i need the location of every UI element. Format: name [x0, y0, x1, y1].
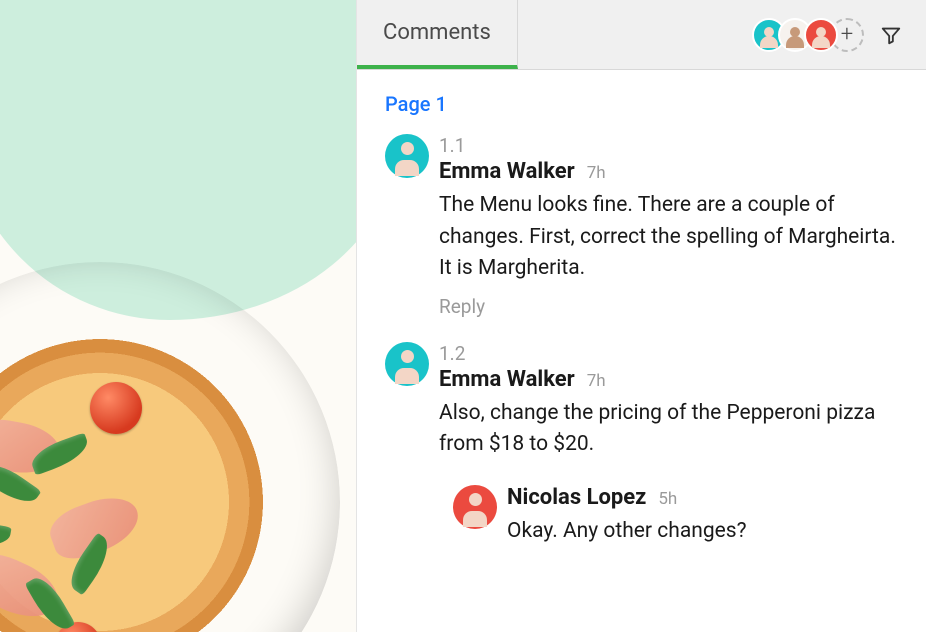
filter-icon[interactable] — [874, 18, 908, 52]
comment-item[interactable]: 1.1 Emma Walker 7h The Menu looks fine. … — [385, 134, 898, 318]
document-preview — [0, 0, 356, 632]
tab-comments-label: Comments — [383, 20, 491, 45]
comments-tabbar: Comments + — [357, 0, 926, 70]
comment-reply-item[interactable]: Nicolas Lopez 5h Okay. Any other changes… — [453, 485, 898, 548]
comment-author: Emma Walker — [439, 159, 575, 184]
page-section-link[interactable]: Page 1 — [385, 92, 898, 116]
tabbar-actions: + — [752, 0, 926, 69]
collaborator-avatars[interactable]: + — [752, 18, 864, 52]
comment-author: Nicolas Lopez — [507, 485, 646, 510]
comments-thread: Page 1 1.1 Emma Walker 7h The Menu looks… — [357, 70, 926, 632]
comment-body: Also, change the pricing of the Pepperon… — [439, 398, 898, 461]
comment-body: The Menu looks fine. There are a couple … — [439, 190, 898, 285]
comment-timestamp: 7h — [587, 163, 606, 183]
comment-timestamp: 5h — [658, 489, 677, 509]
comment-author: Emma Walker — [439, 367, 575, 392]
comment-avatar — [385, 342, 429, 386]
reply-button[interactable]: Reply — [439, 295, 485, 318]
comment-avatar — [385, 134, 429, 178]
comment-avatar — [453, 485, 497, 529]
comment-number: 1.1 — [439, 134, 898, 157]
comment-body: Okay. Any other changes? — [507, 516, 898, 548]
comments-panel: Comments + Page 1 1.1 Emma Wa — [356, 0, 926, 632]
collaborator-avatar[interactable] — [804, 18, 838, 52]
comment-item[interactable]: 1.2 Emma Walker 7h Also, change the pric… — [385, 342, 898, 461]
tab-comments[interactable]: Comments — [357, 0, 518, 69]
comment-timestamp: 7h — [587, 371, 606, 391]
comment-number: 1.2 — [439, 342, 898, 365]
pizza-illustration — [0, 262, 340, 632]
